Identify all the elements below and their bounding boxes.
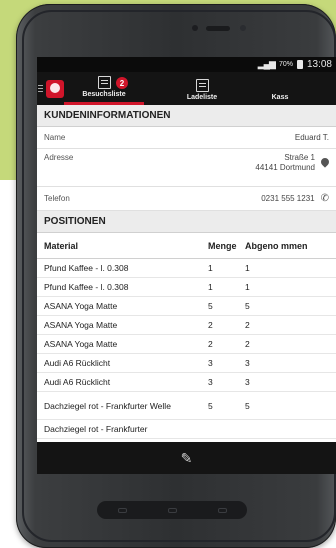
cell-abgenommen: 5 [245, 301, 250, 311]
cell-menge: 5 [208, 301, 213, 311]
clock: 13:08 [306, 59, 332, 70]
cell-material: Audi A6 Rücklicht [44, 358, 111, 368]
home-key-icon[interactable] [167, 507, 177, 513]
table-row[interactable]: Dachziegel rot - Frankfurter [37, 420, 336, 439]
table-row[interactable]: Audi A6 Rücklicht 3 3 [37, 354, 336, 373]
cell-material: Dachziegel rot - Frankfurter [44, 424, 148, 434]
address-line1: Straße 1 [284, 153, 315, 162]
table-row[interactable]: Audi A6 Rücklicht 3 3 [37, 373, 336, 392]
positions-table: Pfund Kaffee - l. 0.308 1 1 Pfund Kaffee… [37, 259, 336, 439]
cell-material: ASANA Yoga Matte [44, 320, 118, 330]
app-bar: Besuchsliste 2 Ladeliste Kass [37, 72, 336, 105]
address-row[interactable]: Adresse Straße 1 44141 Dortmund [37, 149, 336, 187]
name-value: Eduard T. [294, 132, 329, 142]
table-row[interactable]: ASANA Yoga Matte 5 5 [37, 297, 336, 316]
name-row: Name Eduard T. [37, 127, 336, 149]
list-icon [195, 79, 209, 92]
address-label: Adresse [44, 153, 74, 162]
tab-ladeliste[interactable]: Ladeliste [154, 72, 250, 105]
table-row[interactable]: Pfund Kaffee - l. 0.308 1 1 [37, 259, 336, 278]
app-logo[interactable] [46, 80, 64, 98]
cell-abgenommen: 1 [245, 282, 250, 292]
tab-kasse[interactable]: Kass [250, 72, 310, 105]
tab-label: Ladeliste [186, 94, 218, 101]
notification-badge: 2 [116, 77, 128, 89]
tab-label: Besuchsliste [82, 91, 126, 98]
positions-heading: POSITIONEN [37, 211, 336, 233]
address-value: Straße 1 44141 Dortmund [255, 153, 315, 173]
cell-material: Pfund Kaffee - l. 0.308 [44, 263, 129, 273]
tab-label: Kass [271, 94, 289, 101]
battery-percent: 70% [278, 61, 293, 68]
signal-icon: ▂▄▆ [257, 59, 276, 69]
cell-menge: 2 [208, 320, 213, 330]
cell-abgenommen: 1 [245, 263, 250, 273]
cell-material: ASANA Yoga Matte [44, 301, 118, 311]
cell-material: ASANA Yoga Matte [44, 339, 118, 349]
hardware-buttons [97, 501, 247, 519]
cell-abgenommen: 5 [245, 400, 250, 411]
list-icon [97, 76, 111, 89]
cell-abgenommen: 2 [245, 339, 250, 349]
bottom-action-bar: ✎ [37, 442, 336, 474]
table-row[interactable]: Dachziegel rot - Frankfurter Welle 5 5 [37, 392, 336, 420]
location-pin-icon[interactable] [319, 156, 331, 168]
speaker-grille [206, 26, 230, 31]
phone-row[interactable]: Telefon 0231 555 1231 ✆ [37, 187, 336, 211]
col-header-menge: Menge [208, 240, 237, 251]
pencil-icon[interactable]: ✎ [181, 450, 193, 467]
phone-icon[interactable]: ✆ [321, 193, 329, 204]
cell-abgenommen: 2 [245, 320, 250, 330]
battery-icon [296, 60, 303, 69]
cell-material: Pfund Kaffee - l. 0.308 [44, 282, 129, 292]
cell-menge: 3 [208, 358, 213, 368]
table-header: Material Menge Abgeno mmen [37, 233, 336, 259]
app-screen: ▂▄▆ 70% 13:08 Besuchsliste 2 Ladeliste K… [37, 57, 336, 474]
cell-abgenommen: 3 [245, 377, 250, 387]
name-label: Name [44, 133, 66, 142]
phone-label: Telefon [44, 194, 70, 203]
cell-menge: 5 [208, 400, 213, 411]
cell-menge: 2 [208, 339, 213, 349]
cell-menge: 1 [208, 282, 213, 292]
cell-menge: 3 [208, 377, 213, 387]
address-line2: 44141 Dortmund [255, 163, 315, 172]
phone-value: 0231 555 1231 [261, 193, 315, 203]
cell-abgenommen: 3 [245, 358, 250, 368]
recent-apps-key-icon[interactable] [217, 507, 227, 513]
table-row[interactable]: Pfund Kaffee - l. 0.308 1 1 [37, 278, 336, 297]
cell-material: Audi A6 Rücklicht [44, 377, 111, 387]
col-header-abgenommen: Abgeno mmen [245, 240, 308, 251]
front-camera [240, 25, 246, 31]
status-bar: ▂▄▆ 70% 13:08 [37, 57, 336, 72]
table-row[interactable]: ASANA Yoga Matte 2 2 [37, 335, 336, 354]
back-key-icon[interactable] [117, 507, 127, 513]
col-header-material: Material [44, 240, 79, 251]
cell-menge: 1 [208, 263, 213, 273]
sensor-dot [192, 25, 198, 31]
cell-material: Dachziegel rot - Frankfurter Welle [44, 400, 171, 411]
table-row[interactable]: ASANA Yoga Matte 2 2 [37, 316, 336, 335]
menu-icon[interactable] [37, 72, 45, 105]
tab-besuchsliste[interactable]: Besuchsliste 2 [64, 72, 144, 105]
customer-info-heading: KUNDENINFORMATIONEN [37, 105, 336, 127]
